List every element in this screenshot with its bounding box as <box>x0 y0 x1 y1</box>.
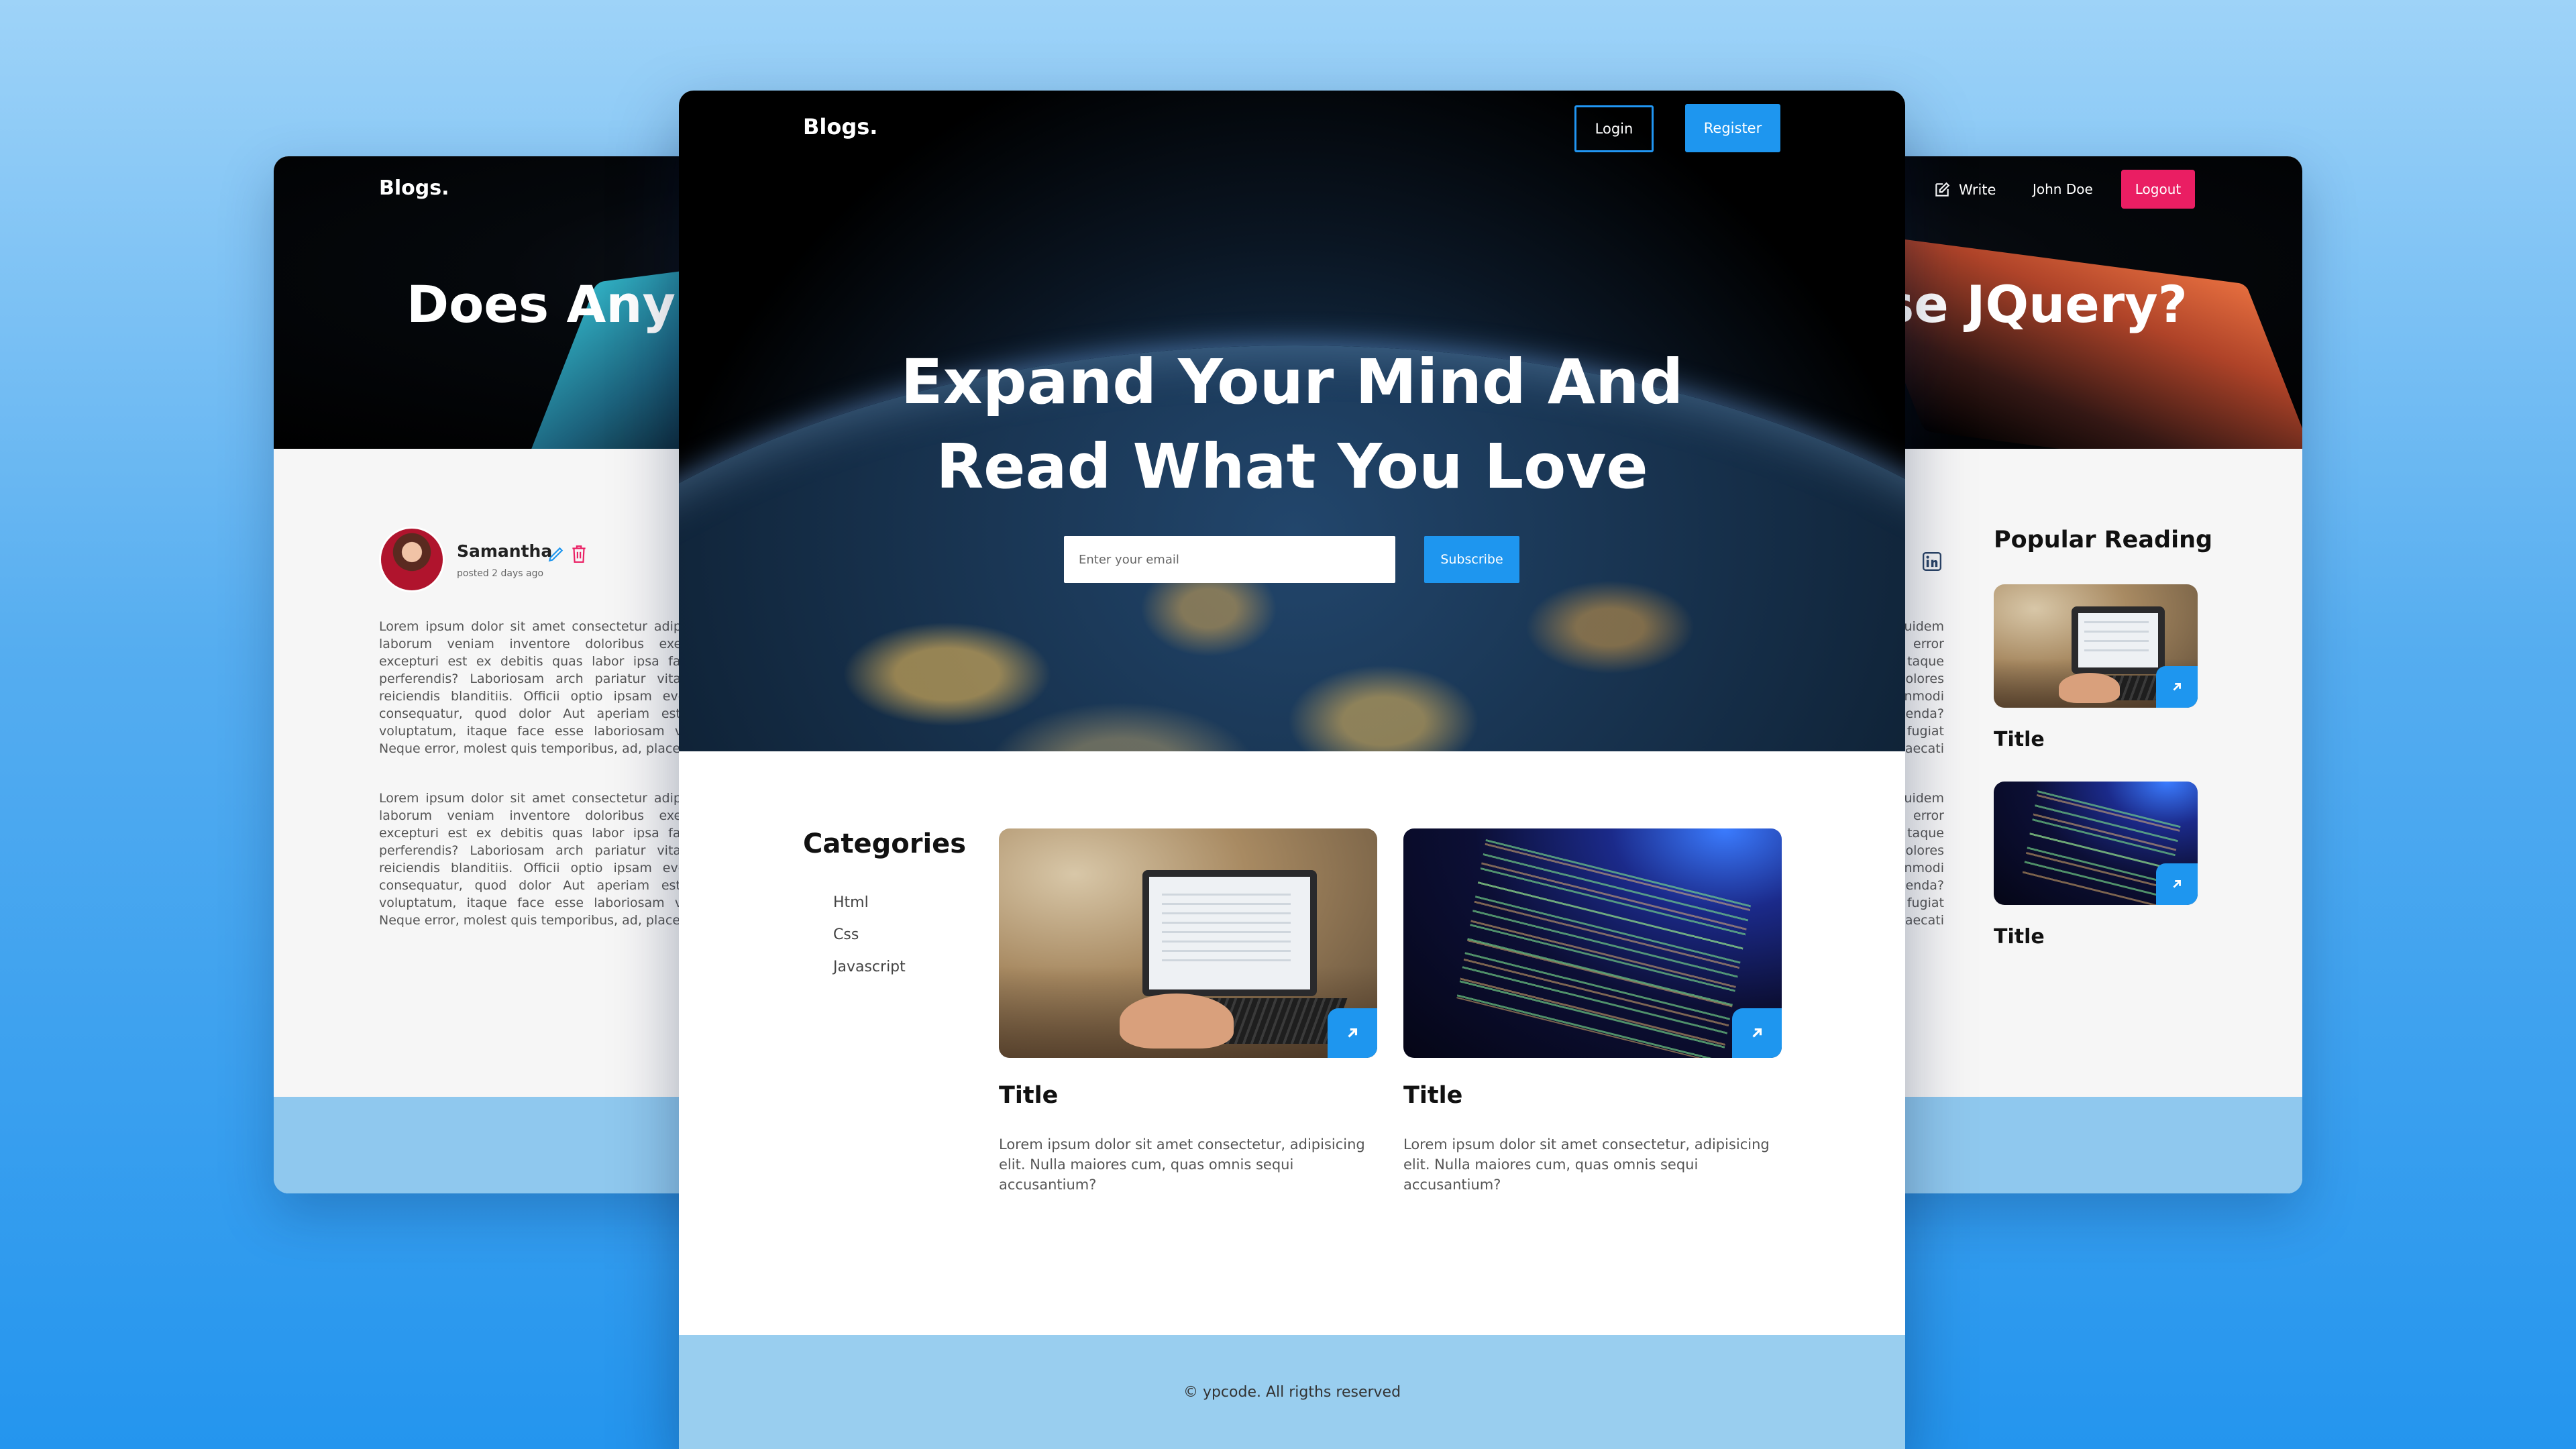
posted-time: posted 2 days ago <box>457 568 544 579</box>
text-fragment: fugiat <box>1907 896 1944 910</box>
text-fragment: nmodi <box>1904 689 1944 704</box>
footer: © ypcode. All rigths reserved <box>679 1335 1905 1449</box>
post-paragraph-1-right: uidem error taque olores nmodi enda? fug… <box>1904 618 1944 757</box>
categories-heading: Categories <box>803 828 967 859</box>
text-fragment: olores <box>1905 672 1944 686</box>
front-logo-dot: . <box>869 114 878 140</box>
author-name: Samantha <box>457 541 553 561</box>
popular-card-title-1[interactable]: Title <box>1994 728 2045 751</box>
text-fragment: taque <box>1907 654 1944 669</box>
edit-icon[interactable] <box>547 545 565 563</box>
category-html[interactable]: Html <box>833 894 869 911</box>
post-title-left: Does Anyb <box>407 274 712 334</box>
arrow-up-right-icon <box>1348 1028 1358 1038</box>
register-button[interactable]: Register <box>1685 104 1780 152</box>
hero-heading-line-2: Read What You Love <box>936 431 1648 502</box>
arrow-up-right-icon <box>2173 880 2181 888</box>
text-fragment: fugiat <box>1907 724 1944 739</box>
text-fragment: aecati <box>1904 741 1944 756</box>
write-label: Write <box>1959 182 1996 198</box>
post-paragraph-2-right: uidem error taque olores nmodi enda? fug… <box>1904 790 1944 929</box>
laptop-photo <box>999 828 1377 1058</box>
home-page-window: Blogs. Login Register Expand Your Mind A… <box>679 91 1905 1449</box>
back-logo[interactable]: Blogs. <box>379 176 449 200</box>
category-css[interactable]: Css <box>833 926 859 943</box>
open-post-button[interactable] <box>1328 1008 1377 1058</box>
login-button[interactable]: Login <box>1574 105 1654 152</box>
copyright-text: © ypcode. All rigths reserved <box>1183 1383 1401 1401</box>
text-fragment: olores <box>1905 843 1944 858</box>
text-fragment: uidem <box>1904 619 1944 634</box>
popular-card-title-2[interactable]: Title <box>1994 925 2045 949</box>
write-link[interactable]: Write <box>1933 181 1996 199</box>
text-fragment: enda? <box>1905 878 1944 893</box>
trash-icon[interactable] <box>570 544 588 564</box>
popular-card-image-1[interactable] <box>1994 584 2198 708</box>
text-fragment: taque <box>1907 826 1944 841</box>
text-fragment: uidem <box>1904 791 1944 806</box>
email-input[interactable] <box>1064 536 1395 583</box>
open-post-button[interactable] <box>1732 1008 1782 1058</box>
post-card-title-2[interactable]: Title <box>1403 1082 1462 1109</box>
back-logo-text: Blogs <box>379 176 442 200</box>
post-title-right: se JQuery? <box>1884 274 2188 334</box>
popular-card-image-2[interactable] <box>1994 782 2198 905</box>
logout-button[interactable]: Logout <box>2121 170 2195 209</box>
post-card-description-2: Lorem ipsum dolor sit amet consectetur, … <box>1403 1136 1770 1193</box>
text-fragment: error <box>1913 808 1944 823</box>
hero-heading: Expand Your Mind And Read What You Love <box>679 340 1905 509</box>
write-icon <box>1935 182 1950 197</box>
category-javascript[interactable]: Javascript <box>833 959 906 975</box>
back-logo-dot: . <box>441 176 449 200</box>
arrow-up-right-icon <box>1752 1028 1762 1038</box>
avatar[interactable] <box>379 527 445 592</box>
arrow-up-right-icon <box>2173 683 2181 691</box>
hero-image-right <box>1845 231 2302 449</box>
post-card-title-1[interactable]: Title <box>999 1082 1058 1109</box>
linkedin-icon[interactable] <box>1923 552 1941 571</box>
user-name[interactable]: John Doe <box>2033 181 2093 197</box>
post-card-image-1[interactable] <box>999 828 1377 1058</box>
open-post-button[interactable] <box>2156 863 2198 905</box>
front-logo-text: Blogs <box>803 114 870 140</box>
text-fragment: enda? <box>1905 706 1944 721</box>
hero-heading-line-1: Expand Your Mind And <box>900 346 1684 418</box>
open-post-button[interactable] <box>2156 666 2198 708</box>
popular-reading-heading: Popular Reading <box>1994 527 2213 553</box>
code-photo <box>1403 828 1782 1058</box>
hero-banner: Blogs. Login Register Expand Your Mind A… <box>679 91 1905 751</box>
text-fragment: aecati <box>1904 913 1944 928</box>
text-fragment: nmodi <box>1904 861 1944 875</box>
post-card-image-2[interactable] <box>1403 828 1782 1058</box>
subscribe-button[interactable]: Subscribe <box>1424 536 1519 583</box>
front-logo[interactable]: Blogs. <box>803 114 877 140</box>
post-card-description-1: Lorem ipsum dolor sit amet consectetur, … <box>999 1136 1365 1193</box>
text-fragment: error <box>1913 637 1944 651</box>
